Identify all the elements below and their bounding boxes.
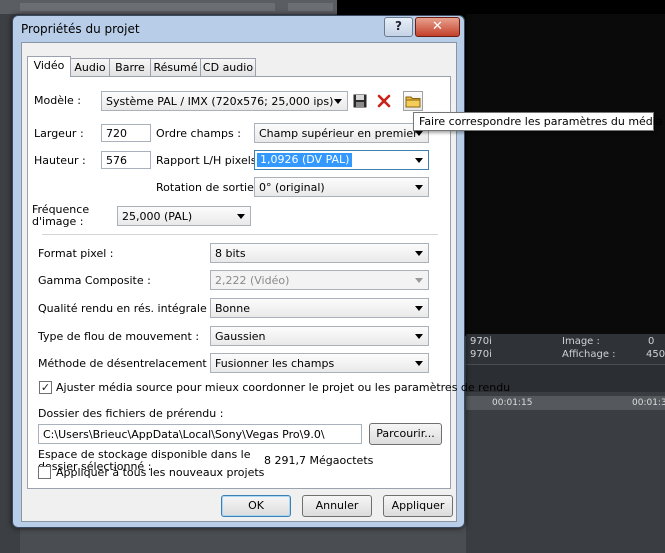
display-value: 450 [646, 349, 665, 360]
display-label: Affichage : [562, 349, 616, 360]
tab-resume[interactable]: Résumé [150, 58, 201, 76]
dialog-title: Propriétés du projet [21, 22, 140, 36]
field-order-value: Champ supérieur en premier [259, 127, 418, 140]
tab-audio[interactable]: Audio [70, 58, 110, 76]
pixel-aspect-value: 1,0926 (DV PAL) [257, 153, 353, 167]
gamma-value: 2,222 (Vidéo) [215, 274, 290, 287]
render-quality-label: Qualité rendu en rés. intégrale : [38, 302, 214, 315]
red-x-icon [377, 94, 391, 108]
deinterlace-label: Méthode de désentrelacement : [38, 357, 214, 370]
storage-value: 8 291,7 Mégaoctets [264, 454, 374, 467]
ok-button[interactable]: OK [221, 495, 291, 517]
pixel-format-dropdown[interactable]: 8 bits [210, 243, 429, 263]
ruler-tick-label: 00:01:15 [492, 398, 533, 408]
field-order-dropdown[interactable]: Champ supérieur en premier [254, 123, 429, 143]
prerender-folder-label: Dossier des fichiers de prérendu : [38, 407, 224, 420]
floppy-disk-icon [353, 94, 367, 108]
template-label: Modèle : [34, 94, 81, 107]
image-label: Image : [562, 336, 600, 347]
gamma-dropdown: 2,222 (Vidéo) [210, 270, 429, 290]
gamma-label: Gamma Composite : [38, 274, 151, 287]
motion-blur-dropdown[interactable]: Gaussien [210, 326, 429, 346]
rotation-label: Rotation de sortie : [156, 181, 262, 194]
width-input[interactable]: 720 [101, 124, 151, 142]
motion-blur-value: Gaussien [215, 330, 266, 343]
apply-button[interactable]: Appliquer [383, 495, 453, 517]
match-media-tooltip: Faire correspondre les paramètres du méd… [413, 112, 663, 131]
height-label: Hauteur : [34, 154, 86, 167]
template-value: Système PAL / IMX (720x576; 25,000 ips) [106, 95, 334, 108]
pixel-format-label: Format pixel : [38, 247, 114, 260]
separator [42, 234, 438, 235]
preview-track-area [466, 14, 665, 336]
tab-video[interactable]: Vidéo [27, 56, 71, 77]
tab-cd-audio[interactable]: CD audio [200, 58, 256, 76]
dialog-titlebar[interactable]: Propriétés du projet ? ✕ [13, 16, 464, 42]
background-toolbar-segment [288, 3, 333, 11]
chevron-down-icon [415, 334, 423, 339]
frame-rate-dropdown[interactable]: 25,000 (PAL) [117, 206, 251, 226]
fps-readout-2: 970i [470, 349, 492, 360]
timeline[interactable] [466, 392, 665, 553]
adjust-media-checkbox[interactable]: ✓ [39, 381, 52, 394]
chevron-down-icon [415, 158, 423, 163]
delete-template-button[interactable] [374, 91, 394, 111]
help-button[interactable]: ? [384, 17, 413, 37]
field-order-label: Ordre champs : [156, 127, 241, 140]
deinterlace-dropdown[interactable]: Fusionner les champs [210, 353, 429, 373]
chevron-down-icon [415, 251, 423, 256]
frame-rate-value: 25,000 (PAL) [122, 210, 193, 223]
checkmark-icon: ✓ [40, 381, 51, 394]
template-dropdown[interactable]: Système PAL / IMX (720x576; 25,000 ips) [101, 91, 348, 111]
chevron-down-icon [415, 131, 423, 136]
project-properties-dialog: Propriétés du projet ? ✕ Vidéo Audio Bar… [12, 15, 510, 528]
fps-readout-1: 970i [470, 336, 492, 347]
chevron-down-icon [415, 278, 423, 283]
folder-icon [405, 96, 421, 108]
background-toolbar-segment [20, 3, 275, 11]
tab-barre[interactable]: Barre [109, 58, 151, 76]
timeline-ruler[interactable]: 00:01:15 00:01:30 [466, 396, 665, 410]
match-media-settings-button[interactable] [403, 91, 423, 111]
ruler-tick-label: 00:01:30 [632, 398, 665, 408]
preview-stats: 970i 970i Image : 0 Affichage : 450 [466, 334, 665, 364]
rotation-dropdown[interactable]: 0° (original) [254, 177, 429, 197]
browse-button[interactable]: Parcourir... [369, 423, 442, 445]
chevron-down-icon [415, 185, 423, 190]
cancel-button[interactable]: Annuler [302, 495, 372, 517]
chevron-down-icon [237, 214, 245, 219]
apply-all-checkbox[interactable] [38, 466, 51, 479]
motion-blur-label: Type de flou de mouvement : [38, 330, 200, 343]
pixel-format-value: 8 bits [215, 247, 246, 260]
width-label: Largeur : [34, 127, 84, 140]
chevron-down-icon [334, 99, 342, 104]
apply-all-label: Appliquer à tous les nouveaux projets [56, 466, 265, 479]
deinterlace-value: Fusionner les champs [215, 357, 335, 370]
rotation-value: 0° (original) [259, 181, 325, 194]
pixel-aspect-label: Rapport L/H pixels : [156, 154, 264, 167]
adjust-media-label: Ajuster média source pour mieux coordonn… [56, 381, 511, 394]
render-quality-value: Bonne [215, 302, 250, 315]
height-input[interactable]: 576 [101, 151, 151, 169]
video-tab-panel: Modèle : Système PAL / IMX (720x576; 25,… [27, 76, 510, 489]
prerender-folder-input[interactable]: C:\Users\Brieuc\AppData\Local\Sony\Vegas… [38, 424, 362, 444]
image-value: 0 [648, 336, 655, 347]
pixel-aspect-dropdown[interactable]: 1,0926 (DV PAL) [254, 150, 429, 170]
chevron-down-icon [415, 306, 423, 311]
frame-rate-label-line2: d'image : [32, 215, 84, 228]
chevron-down-icon [415, 361, 423, 366]
close-button[interactable]: ✕ [415, 17, 460, 37]
dialog-client-area: Vidéo Audio Barre Résumé CD audio Modèle… [21, 42, 510, 522]
render-quality-dropdown[interactable]: Bonne [210, 298, 429, 318]
save-template-button[interactable] [350, 91, 370, 111]
